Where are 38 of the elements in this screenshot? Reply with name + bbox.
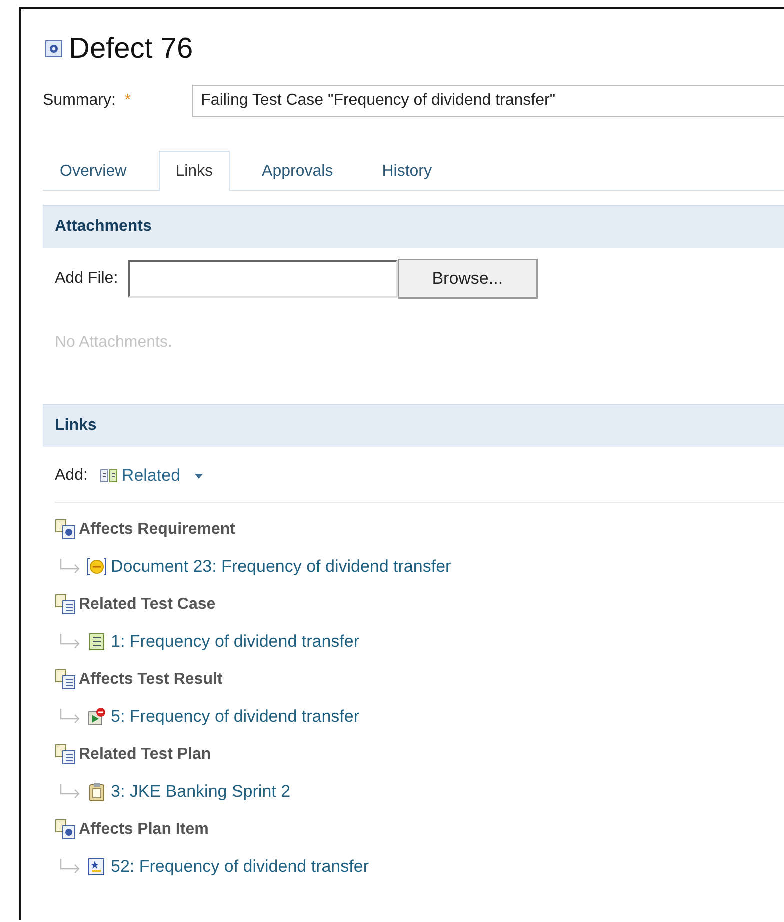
testcase-icon <box>87 632 107 652</box>
link-type-label: Affects Test Result <box>79 670 223 688</box>
result-icon <box>87 707 107 727</box>
page-title: Defect 76 <box>69 32 194 66</box>
plan-icon <box>87 782 107 802</box>
link-type-gear-icon <box>55 818 77 840</box>
link-type-label: Affects Plan Item <box>79 820 209 838</box>
planitem-icon <box>87 857 107 877</box>
link-item[interactable]: 52: Frequency of dividend transfer <box>111 857 369 877</box>
link-type-label: Related Test Case <box>79 596 216 614</box>
link-type-label: Related Test Plan <box>79 746 212 764</box>
summary-field[interactable]: Failing Test Case "Frequency of dividend transfer" <box>192 85 784 117</box>
link-item[interactable]: 5: Frequency of dividend transfer <box>111 707 360 727</box>
empty-message: No Attachments. <box>54 334 174 353</box>
tab[interactable]: History <box>365 153 449 190</box>
related-menu-button[interactable]: Related <box>100 466 207 486</box>
related-links-icon <box>100 468 120 484</box>
section-title: Links <box>55 417 97 435</box>
summary-label: Summary: <box>43 92 116 110</box>
link-type-label: Affects Requirement <box>79 520 236 538</box>
section-title: Attachments <box>55 218 152 236</box>
add-label: Add: <box>55 467 88 485</box>
defect-icon <box>45 40 63 58</box>
link-type-list-icon <box>55 594 77 616</box>
tab[interactable]: Links <box>158 151 230 191</box>
link-item[interactable]: 1: Frequency of dividend transfer <box>111 632 360 652</box>
tab[interactable]: Overview <box>43 153 144 190</box>
file-field[interactable] <box>128 260 398 298</box>
requirement-icon <box>87 557 107 577</box>
link-item[interactable]: Document 23: Frequency of dividend transfer <box>111 557 452 577</box>
link-type-gear-icon <box>55 518 77 540</box>
browse-button[interactable]: Browse... <box>398 259 538 299</box>
add-file-label: Add File: <box>55 270 118 288</box>
tab[interactable]: Approvals <box>245 153 350 190</box>
link-type-list-icon <box>55 744 77 766</box>
link-type-list-icon <box>55 668 77 690</box>
required-mark: * <box>124 92 132 110</box>
link-item[interactable]: 3: JKE Banking Sprint 2 <box>111 782 291 802</box>
